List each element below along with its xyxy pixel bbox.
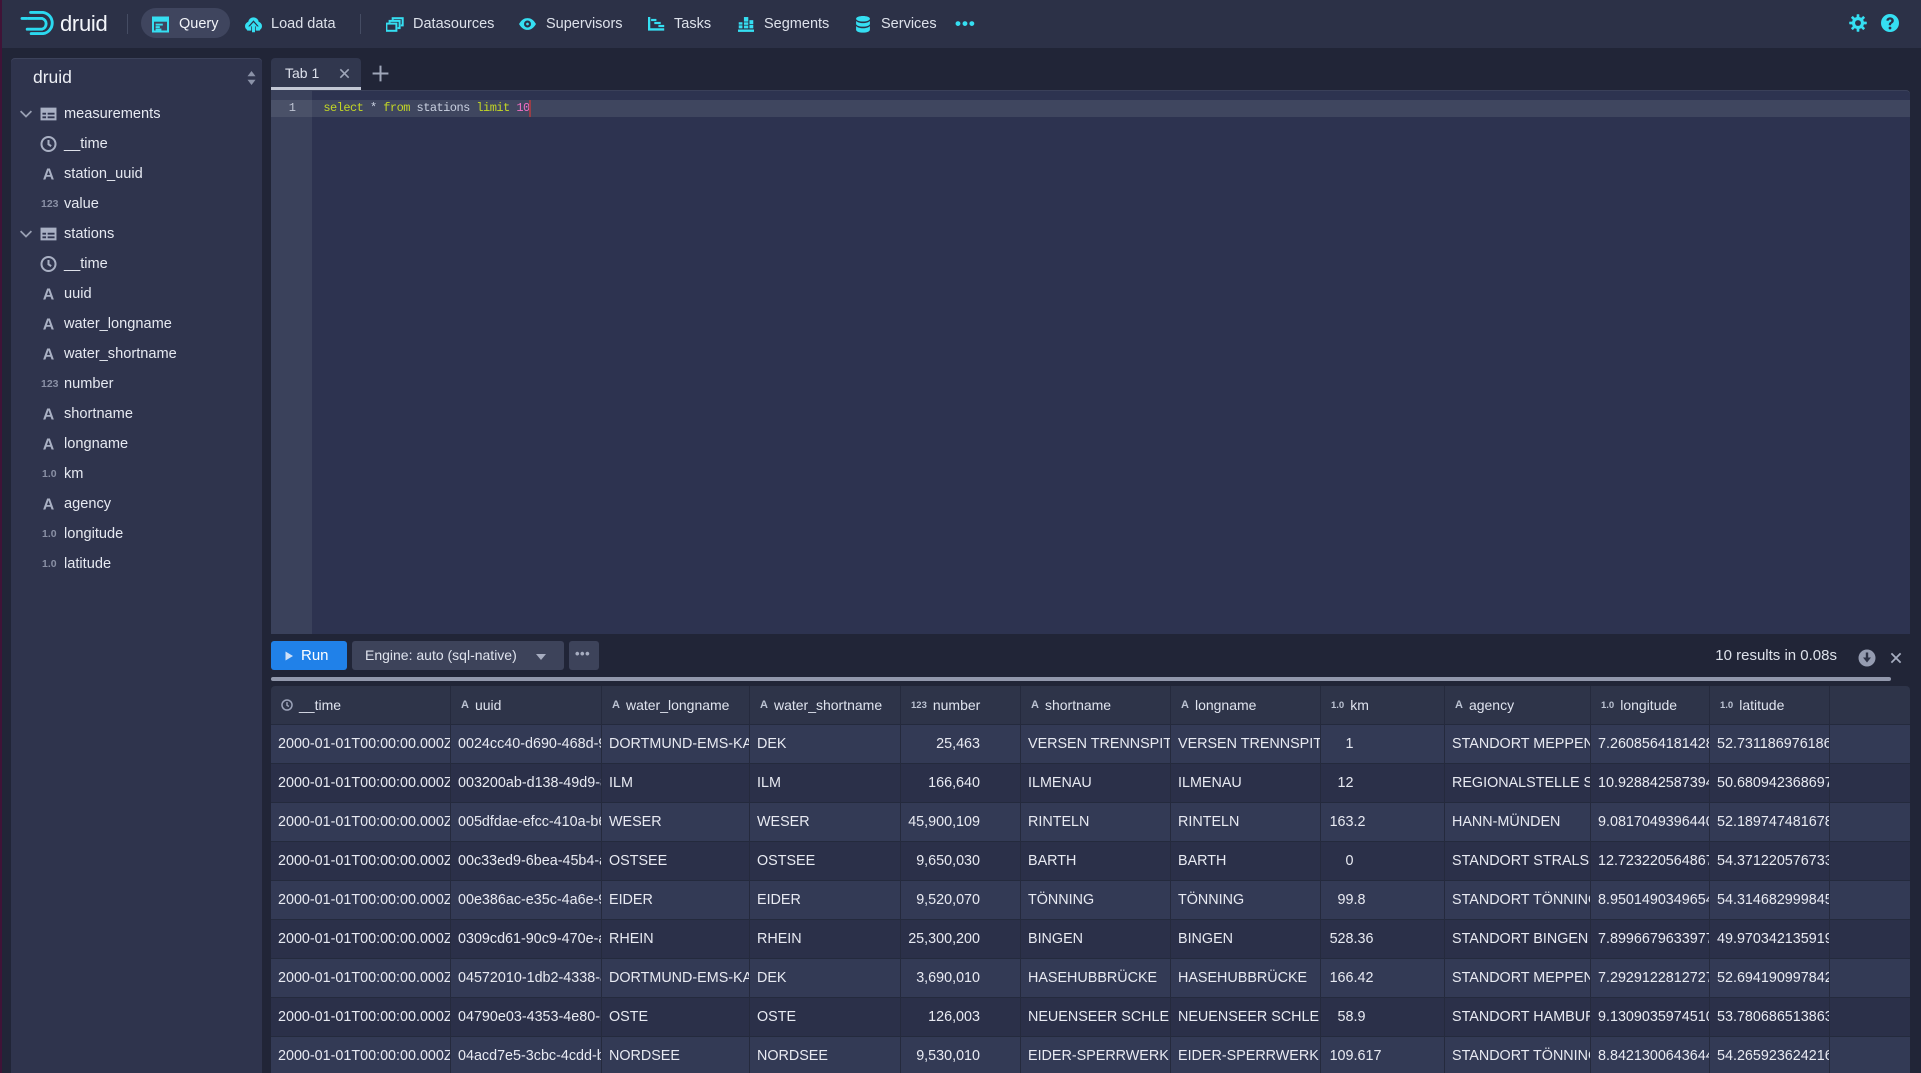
svg-text:A: A bbox=[43, 436, 55, 452]
svg-text:A: A bbox=[43, 166, 55, 182]
svg-text:A: A bbox=[43, 286, 55, 302]
svg-text:A: A bbox=[43, 316, 55, 332]
svg-text:A: A bbox=[43, 496, 55, 512]
svg-text:A: A bbox=[43, 346, 55, 362]
svg-text:A: A bbox=[43, 406, 55, 422]
